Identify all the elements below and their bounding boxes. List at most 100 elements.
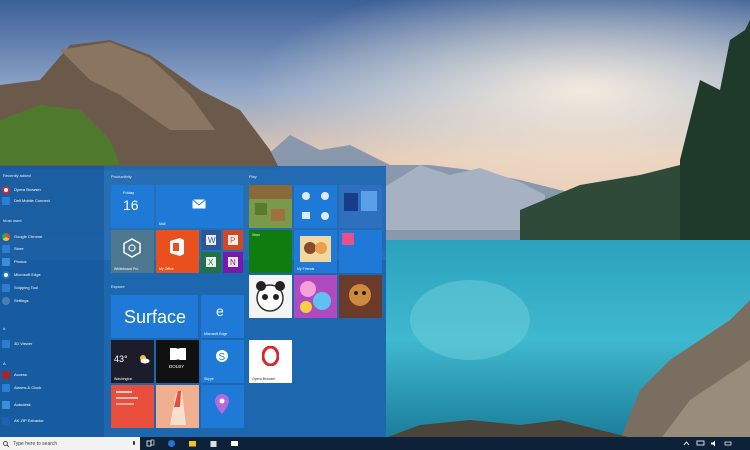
solitaire-image	[339, 185, 382, 228]
3d-viewer-icon	[2, 339, 10, 348]
mail-taskbar-icon[interactable]	[230, 439, 239, 448]
hash-section-header[interactable]: #	[3, 326, 5, 331]
app-label: Autodesk	[14, 402, 31, 407]
tile-opera[interactable]: Opera Browser	[249, 340, 292, 383]
edge-icon	[2, 270, 10, 279]
adventure-image	[339, 275, 382, 318]
photos-icon	[2, 257, 10, 266]
most-used-header: Most used	[3, 218, 22, 223]
tile-word[interactable]: W	[201, 230, 221, 250]
dolby-wordmark: DOLBY	[169, 364, 185, 369]
sun-cloud-icon	[140, 355, 150, 364]
game-thumbnail	[342, 233, 354, 245]
news-image	[111, 385, 154, 428]
tile-weather[interactable]: 43° Washington	[111, 340, 154, 383]
app-item-store[interactable]: Store	[2, 243, 102, 254]
paintbrush-icon	[156, 385, 199, 428]
app-item-opera[interactable]: Opera Browser	[2, 184, 102, 195]
tile-edge-label: Microsoft Edge	[204, 332, 228, 336]
chevron-up-icon[interactable]	[682, 439, 691, 448]
file-explorer-icon[interactable]	[188, 439, 197, 448]
app-item-edge[interactable]: Microsoft Edge	[2, 269, 102, 280]
tile-news[interactable]	[111, 385, 154, 428]
tile-calendar[interactable]: Friday 16	[111, 185, 154, 228]
tile-game-small[interactable]	[339, 230, 382, 273]
app-item-autodesk[interactable]: Autodesk	[2, 399, 102, 410]
recently-added-header: Recently added	[3, 173, 31, 178]
tile-my-office-label: My Office	[159, 267, 174, 271]
dell-connect-icon	[2, 196, 10, 205]
tile-onenote[interactable]: N	[223, 252, 243, 273]
tile-my-friends[interactable]: My Friends	[294, 230, 337, 273]
app-item-3d-viewer[interactable]: 3D Viewer	[2, 338, 102, 349]
friends-image	[300, 236, 331, 262]
weather-city: Washington	[114, 377, 133, 381]
a-section-header[interactable]: A	[3, 361, 6, 366]
tile-maps[interactable]	[201, 385, 244, 428]
tile-adventure[interactable]	[339, 275, 382, 318]
tile-surface[interactable]: Surface	[111, 295, 198, 338]
start-menu: Recently added Opera Browser Dell Mobile…	[0, 166, 386, 437]
opera-icon	[2, 185, 10, 194]
svg-text:S: S	[219, 352, 226, 363]
candy-image	[294, 275, 337, 318]
tile-whiteboard[interactable]: Whiteboard Pro	[111, 230, 154, 273]
app-item-settings[interactable]: Settings	[2, 295, 102, 306]
weather-temperature: 43°	[114, 354, 128, 364]
app-list: Recently added Opera Browser Dell Mobile…	[0, 166, 104, 437]
app-item-snipping-tool[interactable]: Snipping Tool	[2, 282, 102, 293]
app-item-photos[interactable]: Photos	[2, 256, 102, 267]
tile-xbox[interactable]: Xbox	[249, 230, 292, 273]
app-label: Opera Browser	[14, 187, 41, 192]
access-icon	[2, 370, 10, 379]
tile-my-office[interactable]: My Office	[156, 230, 199, 273]
network-icon[interactable]	[696, 439, 705, 448]
edge-taskbar-icon[interactable]	[167, 439, 176, 448]
app-label: Snipping Tool	[14, 285, 38, 290]
tile-dolby[interactable]: DOLBY	[156, 340, 199, 383]
svg-text:P: P	[230, 236, 235, 245]
tile-skype[interactable]: S Skype	[201, 340, 244, 383]
surface-wordmark: Surface	[124, 307, 187, 327]
app-label: AK ZIP Extractor	[14, 418, 44, 423]
tile-xbox-group[interactable]	[294, 185, 337, 228]
taskbar: Type here to search	[0, 437, 750, 450]
store-taskbar-icon[interactable]	[209, 439, 218, 448]
tile-excel[interactable]: X	[201, 252, 221, 273]
skype-icon: S	[216, 350, 228, 363]
calendar-date: 16	[123, 197, 139, 213]
app-label: 3D Viewer	[14, 341, 33, 346]
volume-icon[interactable]	[710, 439, 719, 448]
alarms-icon	[2, 383, 10, 392]
tile-skype-label: Skype	[204, 377, 214, 381]
battery-icon[interactable]	[724, 439, 733, 448]
edge-tile-icon: e	[216, 304, 224, 318]
tile-candy[interactable]	[294, 275, 337, 318]
tile-opera-label: Opera Browser	[252, 377, 276, 381]
group-title-play[interactable]: Play	[249, 174, 257, 179]
app-label: Access	[14, 372, 27, 377]
panda-image	[249, 275, 292, 318]
group-title-explore[interactable]: Explore	[111, 284, 125, 289]
tile-mail[interactable]: Mail	[156, 185, 243, 228]
svg-text:e: e	[216, 304, 224, 318]
app-item-zip-extractor[interactable]: AK ZIP Extractor	[2, 415, 102, 426]
group-title-productivity[interactable]: Productivity	[111, 174, 132, 179]
onenote-icon: N	[228, 257, 238, 267]
office-icon	[170, 238, 184, 256]
app-item-chrome[interactable]: Google Chrome	[2, 231, 102, 242]
task-view-icon[interactable]	[146, 439, 155, 448]
tile-minecraft[interactable]	[249, 185, 292, 228]
tile-microsoft-edge[interactable]: e Microsoft Edge	[201, 295, 244, 338]
taskbar-search-box[interactable]: Type here to search	[0, 437, 140, 450]
app-item-dell-mobile-connect[interactable]: Dell Mobile Connect	[2, 195, 102, 206]
tile-paint-3d[interactable]	[156, 385, 199, 428]
tile-powerpoint[interactable]: P	[223, 230, 243, 250]
app-label: Dell Mobile Connect	[14, 198, 50, 203]
app-item-access[interactable]: Access	[2, 369, 102, 380]
tile-panda[interactable]	[249, 275, 292, 318]
app-label: Alarms & Clock	[14, 385, 42, 390]
app-item-alarms-clock[interactable]: Alarms & Clock	[2, 382, 102, 393]
app-label: Photos	[14, 259, 27, 264]
tile-solitaire[interactable]	[339, 185, 382, 228]
